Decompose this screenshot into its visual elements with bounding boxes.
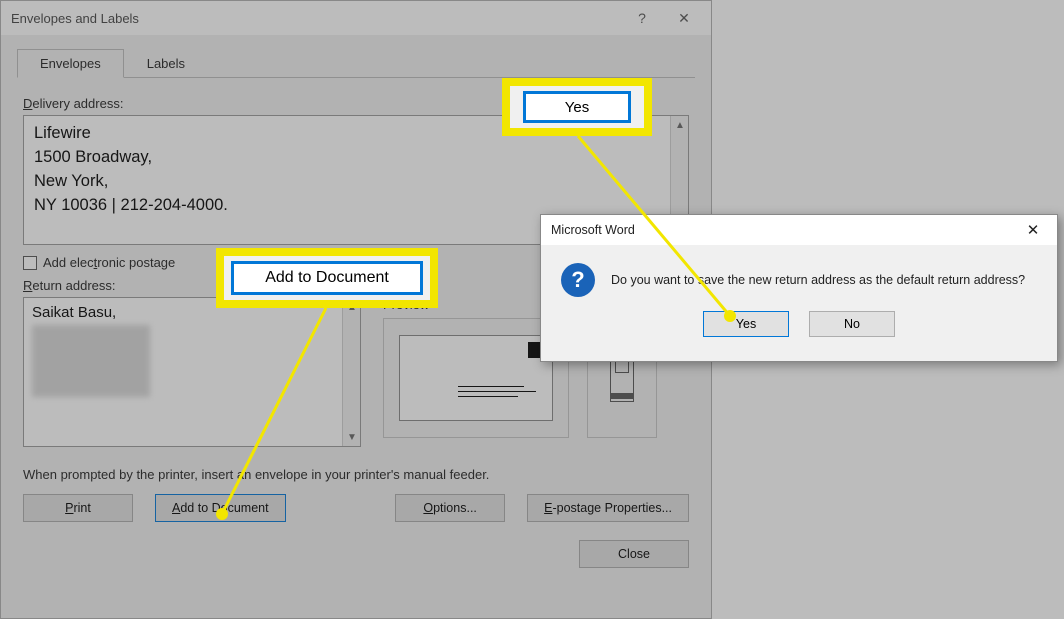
confirm-title: Microsoft Word [551,223,1013,237]
return-address-field[interactable]: Saikat Basu, ▲ ▼ [23,297,361,447]
close-icon[interactable]: ✕ [1013,217,1053,243]
question-icon: ? [561,263,595,297]
print-button[interactable]: Print [23,494,133,522]
close-button[interactable]: Close [579,540,689,568]
callout-add-button[interactable]: Add to Document [231,261,423,295]
callout-yes: Yes [502,78,652,136]
help-button[interactable]: ? [621,3,663,33]
dialog-titlebar: Envelopes and Labels ? ✕ [1,1,711,35]
confirm-message: Do you want to save the new return addre… [611,273,1025,287]
scroll-down-icon[interactable]: ▼ [343,428,361,446]
confirm-button-row: Yes No [541,305,1057,351]
return-scrollbar[interactable]: ▲ ▼ [342,298,360,446]
address-lines-icon [458,382,536,401]
tabs: Envelopes Labels [17,49,711,78]
options-button[interactable]: Options... [395,494,505,522]
close-icon[interactable]: ✕ [663,3,705,33]
tab-labels[interactable]: Labels [124,49,208,78]
epostage-properties-button[interactable]: E-postage Properties... [527,494,689,522]
printer-hint: When prompted by the printer, insert an … [23,467,689,482]
callout-add-to-document: Add to Document [216,248,438,308]
button-row: Print Add to Document Options... E-posta… [23,494,689,522]
confirm-no-button[interactable]: No [809,311,895,337]
delivery-line-3: New York, [34,170,660,194]
envelope-icon [399,335,553,421]
tab-envelopes[interactable]: Envelopes [17,49,124,78]
delivery-line-2: 1500 Broadway, [34,146,660,170]
confirm-dialog: Microsoft Word ✕ ? Do you want to save t… [540,214,1058,362]
tab-labels-label: Labels [147,56,185,71]
confirm-titlebar: Microsoft Word ✕ [541,215,1057,245]
dialog-title: Envelopes and Labels [11,11,621,26]
add-to-document-button[interactable]: Add to Document [155,494,286,522]
redacted-block [32,325,150,397]
tab-envelopes-label: Envelopes [40,56,101,71]
checkbox-icon [23,256,37,270]
confirm-yes-button[interactable]: Yes [703,311,789,337]
scroll-up-icon[interactable]: ▲ [671,116,689,134]
return-address-text: Saikat Basu, [24,298,342,446]
callout-yes-button[interactable]: Yes [523,91,631,123]
